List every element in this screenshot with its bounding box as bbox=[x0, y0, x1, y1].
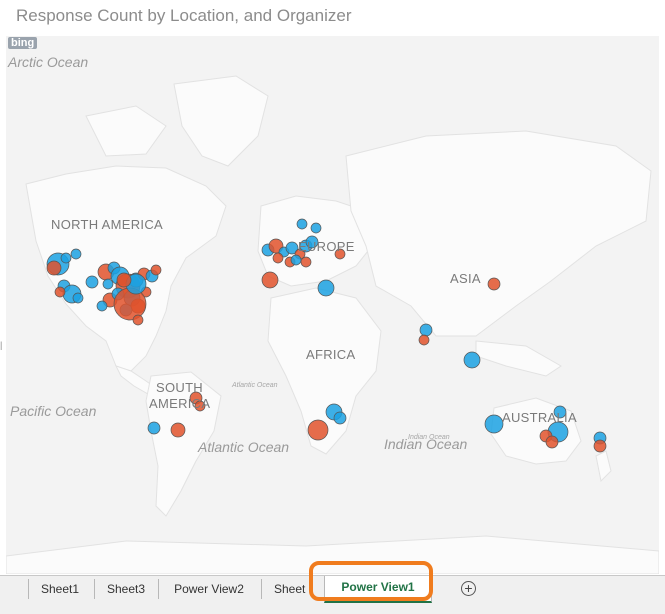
tab-separator bbox=[94, 579, 95, 599]
map-marker[interactable] bbox=[310, 222, 322, 234]
map-marker[interactable] bbox=[54, 286, 66, 298]
label-arctic-ocean: Arctic Ocean bbox=[8, 54, 89, 70]
map-marker[interactable] bbox=[132, 314, 144, 326]
map-marker[interactable] bbox=[418, 334, 430, 346]
map-marker[interactable] bbox=[150, 264, 162, 276]
map-marker[interactable] bbox=[307, 419, 329, 441]
map-marker[interactable] bbox=[85, 275, 99, 289]
map-marker[interactable] bbox=[463, 351, 481, 369]
map-marker[interactable] bbox=[593, 439, 607, 453]
map-marker[interactable] bbox=[46, 260, 62, 276]
map-marker[interactable] bbox=[72, 292, 84, 304]
map-marker[interactable] bbox=[333, 411, 347, 425]
tab-separator bbox=[158, 579, 159, 599]
map-marker[interactable] bbox=[70, 248, 82, 260]
map-marker[interactable] bbox=[272, 252, 284, 264]
map-marker[interactable] bbox=[290, 254, 302, 266]
resize-grip[interactable]: | bbox=[0, 340, 2, 350]
map-marker[interactable] bbox=[60, 252, 72, 264]
map-marker[interactable] bbox=[96, 300, 108, 312]
land-canadian-arctic bbox=[85, 105, 167, 157]
tab-separator bbox=[261, 579, 262, 599]
label-north-america: NORTH AMERICA bbox=[51, 217, 164, 232]
map-marker[interactable] bbox=[419, 323, 433, 337]
land-asia bbox=[345, 130, 652, 337]
map-marker[interactable] bbox=[116, 272, 132, 288]
label-atlantic-ocean-small: Atlantic Ocean bbox=[232, 382, 278, 389]
map-marker[interactable] bbox=[300, 256, 312, 268]
map-marker[interactable] bbox=[147, 421, 161, 435]
label-africa: AFRICA bbox=[306, 347, 356, 362]
land-new-zealand bbox=[595, 450, 612, 483]
map-marker[interactable] bbox=[317, 279, 335, 297]
map-visualization[interactable]: bing Arctic Ocean Pacific Ocean Atlantic… bbox=[6, 36, 659, 574]
map-marker[interactable] bbox=[545, 435, 559, 449]
map-marker[interactable] bbox=[487, 277, 501, 291]
map-marker[interactable] bbox=[261, 271, 279, 289]
label-indian-ocean-small: Indian Ocean bbox=[408, 434, 450, 441]
label-pacific-ocean: Pacific Ocean bbox=[10, 403, 97, 419]
tab-power-view2[interactable]: Power View2 bbox=[164, 578, 254, 600]
label-australia: AUSTRALIA bbox=[502, 410, 577, 425]
tab-sheet3[interactable]: Sheet3 bbox=[100, 578, 152, 600]
map-marker[interactable] bbox=[170, 422, 186, 438]
tab-sheet[interactable]: Sheet bbox=[266, 578, 310, 600]
tab-separator bbox=[28, 579, 29, 599]
map-canvas[interactable] bbox=[6, 36, 659, 574]
label-asia: ASIA bbox=[450, 271, 481, 286]
plus-circle-icon[interactable]: + bbox=[461, 581, 476, 596]
label-europe: EUROPE bbox=[298, 239, 355, 254]
land-southeast-asia bbox=[475, 340, 562, 377]
map-marker[interactable] bbox=[484, 414, 504, 434]
map-marker[interactable] bbox=[296, 218, 308, 230]
label-south-america-2: AMERICA bbox=[149, 396, 211, 411]
label-south-america-1: SOUTH bbox=[156, 380, 203, 395]
active-tab-highlight bbox=[309, 561, 433, 601]
bing-logo: bing bbox=[8, 37, 38, 49]
map-marker[interactable] bbox=[102, 278, 114, 290]
land-greenland bbox=[173, 75, 269, 167]
report-title: Response Count by Location, and Organize… bbox=[16, 6, 352, 25]
label-atlantic-ocean: Atlantic Ocean bbox=[198, 439, 290, 455]
tab-sheet1[interactable]: Sheet1 bbox=[36, 578, 84, 600]
